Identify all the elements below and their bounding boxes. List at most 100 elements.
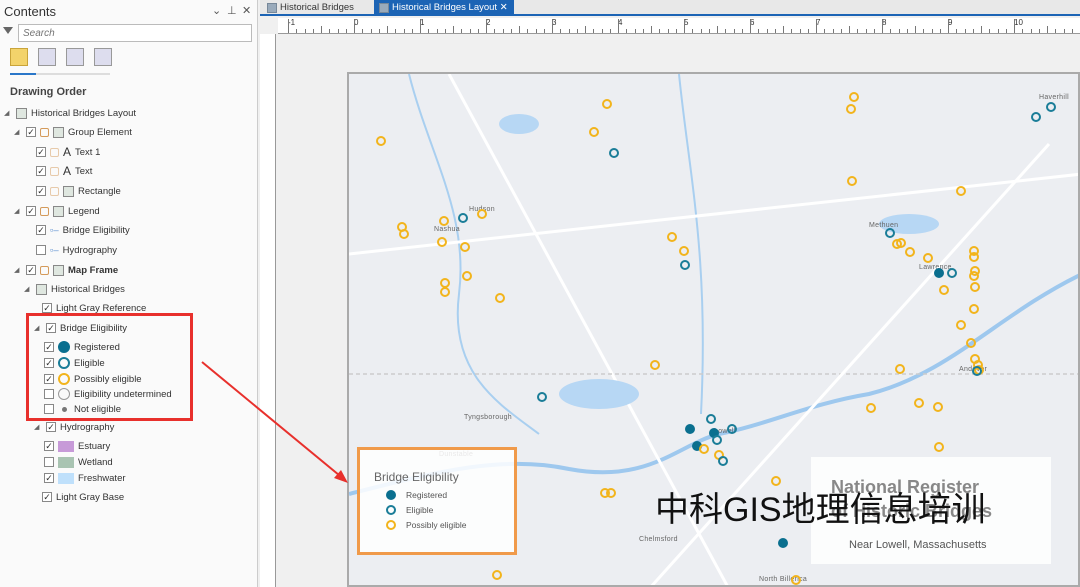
- eligible-bridge-point[interactable]: [972, 366, 982, 376]
- eligible-bridge-point[interactable]: [609, 148, 619, 158]
- visibility-checkbox[interactable]: ✓: [26, 127, 36, 137]
- possibly-eligible-bridge-point[interactable]: [849, 92, 859, 102]
- map-frame-tab-icon[interactable]: [66, 48, 84, 66]
- visibility-checkbox[interactable]: ✓: [44, 441, 54, 451]
- expand-icon[interactable]: ◢: [14, 207, 22, 215]
- possibly-eligible-bridge-point[interactable]: [892, 239, 902, 249]
- chevron-down-icon[interactable]: ⌄: [212, 4, 221, 17]
- possibly-eligible-bridge-point[interactable]: [846, 104, 856, 114]
- possibly-eligible-bridge-point[interactable]: [439, 216, 449, 226]
- possibly-eligible-bridge-point[interactable]: [399, 229, 409, 239]
- lock-icon[interactable]: [40, 127, 49, 137]
- expand-icon[interactable]: ◢: [24, 285, 32, 293]
- lock-icon[interactable]: [50, 147, 59, 157]
- possibly-eligible-bridge-point[interactable]: [966, 338, 976, 348]
- eligible-bridge-point[interactable]: [718, 456, 728, 466]
- tree-item[interactable]: ✓ Light Gray Base: [42, 489, 124, 505]
- tree-item[interactable]: ◢ Historical Bridges Layout: [4, 105, 136, 121]
- visibility-checkbox[interactable]: ✓: [36, 186, 46, 196]
- possibly-eligible-bridge-point[interactable]: [969, 252, 979, 262]
- eligible-bridge-point[interactable]: [727, 424, 737, 434]
- visibility-checkbox[interactable]: ✓: [42, 303, 52, 313]
- expand-icon[interactable]: ◢: [14, 128, 22, 136]
- possibly-eligible-bridge-point[interactable]: [914, 398, 924, 408]
- visibility-checkbox[interactable]: ✓: [26, 206, 36, 216]
- possibly-eligible-bridge-point[interactable]: [437, 237, 447, 247]
- tree-item[interactable]: ✓ Rectangle: [36, 183, 121, 199]
- selection-tab-icon[interactable]: [38, 48, 56, 66]
- eligible-bridge-point[interactable]: [947, 268, 957, 278]
- registered-bridge-point[interactable]: [934, 268, 944, 278]
- close-tab-icon[interactable]: ✕: [500, 2, 508, 13]
- expand-icon[interactable]: ◢: [14, 266, 22, 274]
- visibility-checkbox[interactable]: ✓: [36, 166, 46, 176]
- lock-icon[interactable]: [40, 206, 49, 216]
- eligible-bridge-point[interactable]: [537, 392, 547, 402]
- close-icon[interactable]: ✕: [242, 4, 251, 17]
- possibly-eligible-bridge-point[interactable]: [477, 209, 487, 219]
- possibly-eligible-bridge-point[interactable]: [895, 364, 905, 374]
- possibly-eligible-bridge-point[interactable]: [969, 271, 979, 281]
- possibly-eligible-bridge-point[interactable]: [866, 403, 876, 413]
- eligible-bridge-point[interactable]: [1031, 112, 1041, 122]
- drawing-order-tab-icon[interactable]: [10, 48, 28, 66]
- filter-icon[interactable]: [3, 27, 13, 34]
- possibly-eligible-bridge-point[interactable]: [376, 136, 386, 146]
- possibly-eligible-bridge-point[interactable]: [440, 287, 450, 297]
- possibly-eligible-bridge-point[interactable]: [460, 242, 470, 252]
- tab-historical-bridges[interactable]: Historical Bridges: [262, 0, 360, 16]
- visibility-checkbox[interactable]: [44, 457, 54, 467]
- eligible-bridge-point[interactable]: [706, 414, 716, 424]
- possibly-eligible-bridge-point[interactable]: [933, 402, 943, 412]
- lock-icon[interactable]: [50, 166, 59, 176]
- visibility-checkbox[interactable]: [36, 245, 46, 255]
- eligible-bridge-point[interactable]: [1046, 102, 1056, 112]
- possibly-eligible-bridge-point[interactable]: [589, 127, 599, 137]
- lock-icon[interactable]: [50, 186, 59, 196]
- possibly-eligible-bridge-point[interactable]: [970, 282, 980, 292]
- possibly-eligible-bridge-point[interactable]: [699, 444, 709, 454]
- registered-bridge-point[interactable]: [685, 424, 695, 434]
- visibility-checkbox[interactable]: ✓: [36, 225, 46, 235]
- tree-item[interactable]: ✓ Estuary: [44, 438, 110, 454]
- lock-icon[interactable]: [40, 265, 49, 275]
- possibly-eligible-bridge-point[interactable]: [791, 575, 801, 585]
- tree-item[interactable]: ◢ ✓ Hydrography: [34, 419, 114, 435]
- possibly-eligible-bridge-point[interactable]: [923, 253, 933, 263]
- eligible-bridge-point[interactable]: [458, 213, 468, 223]
- possibly-eligible-bridge-point[interactable]: [492, 570, 502, 580]
- expand-icon[interactable]: ◢: [4, 109, 12, 117]
- possibly-eligible-bridge-point[interactable]: [667, 232, 677, 242]
- tree-item[interactable]: ◢ Historical Bridges: [24, 281, 125, 297]
- tree-item[interactable]: ✓ A Text: [36, 163, 92, 179]
- possibly-eligible-bridge-point[interactable]: [650, 360, 660, 370]
- visibility-checkbox[interactable]: ✓: [26, 265, 36, 275]
- layout-tab-icon[interactable]: [94, 48, 112, 66]
- eligible-bridge-point[interactable]: [712, 435, 722, 445]
- possibly-eligible-bridge-point[interactable]: [956, 186, 966, 196]
- tree-item[interactable]: ✓ ▫– Bridge Eligibility: [36, 222, 130, 238]
- possibly-eligible-bridge-point[interactable]: [956, 320, 966, 330]
- eligible-bridge-point[interactable]: [885, 228, 895, 238]
- visibility-checkbox[interactable]: ✓: [42, 492, 52, 502]
- tab-historical-bridges-layout[interactable]: Historical Bridges Layout ✕: [374, 0, 514, 16]
- possibly-eligible-bridge-point[interactable]: [969, 304, 979, 314]
- eligible-bridge-point[interactable]: [680, 260, 690, 270]
- visibility-checkbox[interactable]: ✓: [44, 473, 54, 483]
- registered-bridge-point[interactable]: [778, 538, 788, 548]
- possibly-eligible-bridge-point[interactable]: [847, 176, 857, 186]
- tree-item[interactable]: ▫– Hydrography: [36, 242, 117, 258]
- possibly-eligible-bridge-point[interactable]: [606, 488, 616, 498]
- tree-item[interactable]: Wetland: [44, 454, 113, 470]
- pin-icon[interactable]: ⊥: [227, 4, 237, 17]
- possibly-eligible-bridge-point[interactable]: [679, 246, 689, 256]
- possibly-eligible-bridge-point[interactable]: [495, 293, 505, 303]
- tree-item[interactable]: ✓ Freshwater: [44, 470, 126, 486]
- tree-item[interactable]: ✓ A Text 1: [36, 144, 100, 160]
- expand-icon[interactable]: ◢: [34, 423, 42, 431]
- tree-item[interactable]: ◢ ✓ Group Element: [14, 124, 132, 140]
- tree-item[interactable]: ◢ ✓ Map Frame: [14, 262, 118, 278]
- map-legend[interactable]: Bridge Eligibility Registered Eligible P…: [357, 447, 517, 555]
- possibly-eligible-bridge-point[interactable]: [905, 247, 915, 257]
- possibly-eligible-bridge-point[interactable]: [934, 442, 944, 452]
